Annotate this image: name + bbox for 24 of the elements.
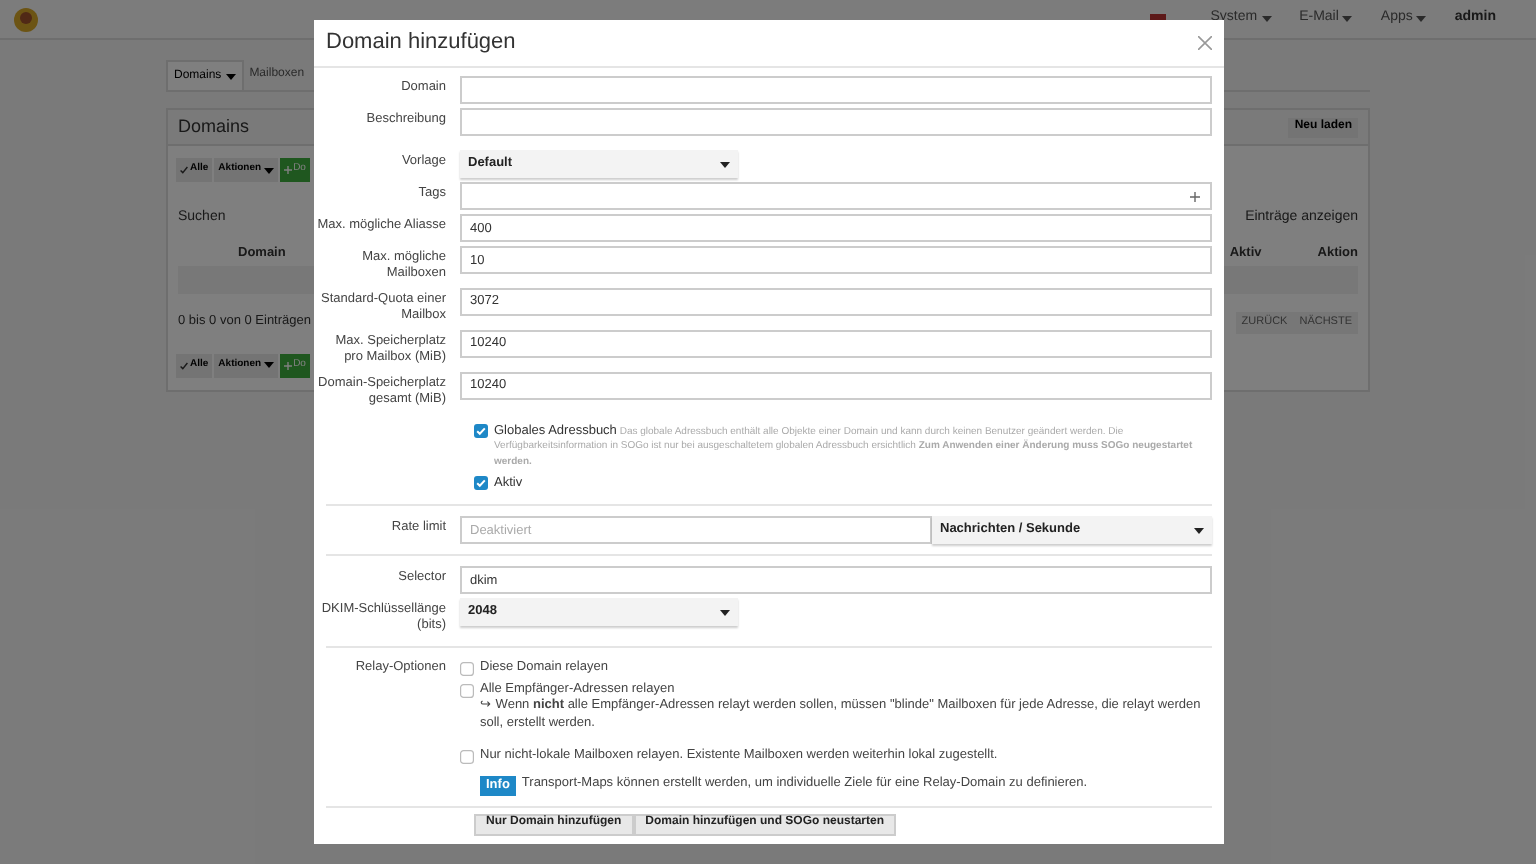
plus-icon [1190, 191, 1200, 201]
caret-icon [720, 609, 730, 615]
caret-icon [263, 362, 274, 368]
panel-title: Domains [178, 113, 250, 140]
check-icon [180, 361, 188, 369]
check-icon [180, 166, 188, 174]
tags-field[interactable] [460, 182, 1212, 210]
caret-icon [1194, 527, 1204, 533]
caret-icon [1342, 16, 1353, 22]
caret-icon [263, 167, 274, 173]
text-field[interactable] [460, 108, 1212, 136]
caret-icon [1416, 16, 1427, 22]
text-field[interactable] [460, 76, 1212, 104]
checkbox[interactable] [460, 683, 474, 698]
plus-icon [283, 166, 292, 174]
checkbox[interactable] [460, 749, 474, 764]
caret-icon [225, 73, 236, 79]
checkbox[interactable] [460, 661, 474, 676]
modal-title: Domain hinzufügen [326, 28, 516, 58]
caret-icon [1261, 16, 1272, 22]
logo-icon [12, 5, 40, 33]
caret-icon [720, 161, 730, 167]
plus-icon [283, 361, 292, 369]
close-icon[interactable] [1198, 36, 1212, 50]
